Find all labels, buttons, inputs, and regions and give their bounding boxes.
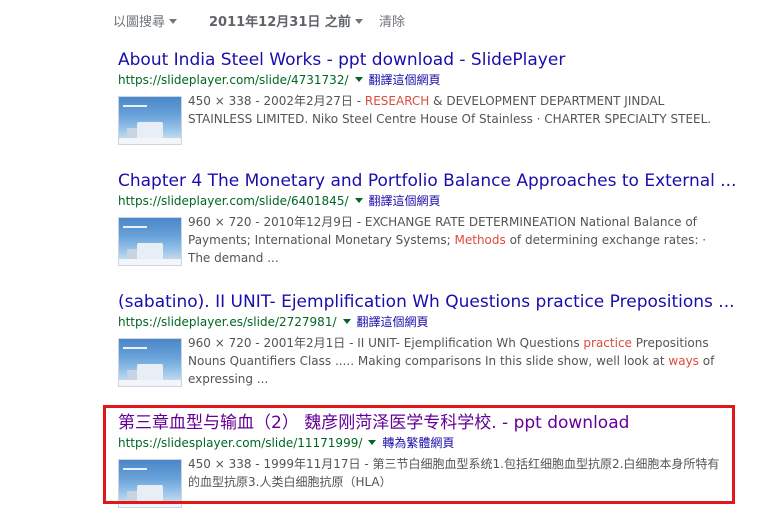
result-title-link[interactable]: About India Steel Works - ppt download -…: [118, 49, 718, 71]
result-meta: 450 × 338 - 2002年2月27日 -: [188, 94, 365, 108]
result-title-link[interactable]: (sabatino). II UNIT- Ejemplification Wh …: [118, 291, 735, 313]
result-meta: 960 × 720 - 2001年2月1日 -: [188, 336, 358, 350]
result-url-row: https://slideplayer.com/slide/4731732/翻譯…: [118, 72, 718, 88]
result-url-row: https://slideplayer.com/slide/6401845/翻譯…: [118, 193, 718, 209]
result-body: 450 × 338 - 2002年2月27日 - RESEARCH & DEVE…: [118, 92, 718, 152]
search-result: Chapter 4 The Monetary and Portfolio Bal…: [118, 170, 736, 273]
result-snippet: 960 × 720 - 2010年12月9日 - EXCHANGE RATE D…: [188, 213, 728, 267]
translate-page-link[interactable]: 翻譯這個網頁: [369, 194, 441, 208]
result-body: 960 × 720 - 2010年12月9日 - EXCHANGE RATE D…: [118, 213, 718, 273]
keyword-highlight: practice: [583, 336, 632, 350]
date-filter-label: 2011年12月31日 之前: [209, 15, 351, 30]
date-filter-dropdown[interactable]: 2011年12月31日 之前: [209, 11, 363, 30]
result-url[interactable]: https://slideplayer.com/slide/6401845/: [118, 194, 349, 208]
dropdown-caret-icon: [169, 19, 178, 24]
result-body: 960 × 720 - 2001年2月1日 - II UNIT- Ejempli…: [118, 334, 718, 394]
search-by-image-dropdown[interactable]: 以圖搜尋: [113, 11, 178, 30]
result-url[interactable]: https://slideplayer.com/slide/4731732/: [118, 73, 349, 87]
clear-filter-button[interactable]: 清除: [379, 11, 405, 30]
snippet-text: II UNIT- Ejemplification Wh Questions: [357, 336, 584, 350]
result-url[interactable]: https://slideplayer.es/slide/2727981/: [118, 315, 337, 329]
url-options-arrow-icon[interactable]: [354, 77, 363, 82]
annotation-highlight-box: [103, 405, 735, 504]
keyword-highlight: ways: [668, 354, 699, 368]
result-snippet: 450 × 338 - 2002年2月27日 - RESEARCH & DEVE…: [188, 92, 728, 128]
keyword-highlight: RESEARCH: [364, 94, 430, 108]
search-result: (sabatino). II UNIT- Ejemplification Wh …: [118, 291, 735, 394]
url-options-arrow-icon[interactable]: [354, 198, 363, 203]
result-title-link[interactable]: Chapter 4 The Monetary and Portfolio Bal…: [118, 170, 736, 192]
keyword-highlight: Methods: [454, 233, 506, 247]
result-url-row: https://slideplayer.es/slide/2727981/翻譯這…: [118, 314, 718, 330]
result-thumbnail[interactable]: [118, 96, 182, 145]
url-options-arrow-icon[interactable]: [342, 319, 351, 324]
search-by-image-label: 以圖搜尋: [113, 15, 166, 30]
dropdown-caret-icon: [354, 19, 363, 24]
translate-page-link[interactable]: 翻譯這個網頁: [369, 73, 441, 87]
result-thumbnail[interactable]: [118, 338, 182, 387]
result-snippet: 960 × 720 - 2001年2月1日 - II UNIT- Ejempli…: [188, 334, 728, 388]
result-meta: 960 × 720 - 2010年12月9日 -: [188, 215, 365, 229]
search-result: About India Steel Works - ppt download -…: [118, 49, 718, 152]
result-thumbnail[interactable]: [118, 217, 182, 266]
translate-page-link[interactable]: 翻譯這個網頁: [357, 315, 429, 329]
